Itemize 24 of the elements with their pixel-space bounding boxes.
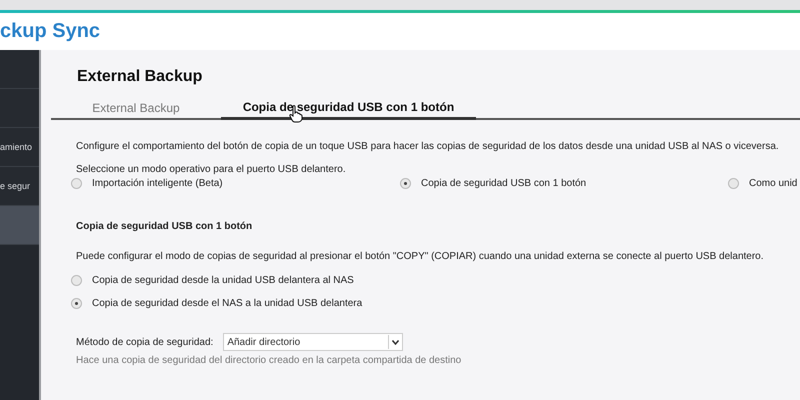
radio-button[interactable] bbox=[71, 178, 82, 189]
method-dropdown[interactable]: Añadir directorio bbox=[223, 333, 404, 351]
radio-button[interactable] bbox=[71, 298, 82, 309]
field-label: Método de copia de seguridad: bbox=[76, 336, 214, 348]
section-description: Puede configurar el modo de copias de seguridad al presionar el botón "COPY" (COPIAR) cuando una unidad externa se conecte al puerto USB delantero. bbox=[76, 251, 765, 262]
radio-label: Copia de seguridad desde la unidad USB delantera al NAS bbox=[92, 275, 354, 286]
app-title: ckup Sync bbox=[0, 20, 100, 43]
radio-label: Como unid bbox=[749, 178, 798, 189]
sidebar-label: amiento bbox=[0, 142, 32, 152]
section-title: Copia de seguridad USB con 1 botón bbox=[76, 221, 254, 232]
tab[interactable]: External Backup bbox=[51, 96, 221, 120]
radio-button[interactable] bbox=[728, 178, 739, 189]
caret-icon bbox=[392, 340, 400, 344]
hint-text: Hace una copia de seguridad del directorio creado en la carpeta compartida de destino bbox=[76, 355, 462, 366]
sidebar-label: e segur bbox=[0, 181, 30, 191]
page-title: External Backup bbox=[77, 68, 204, 86]
radio-label: Importación inteligente (Beta) bbox=[92, 178, 223, 189]
radio-button[interactable] bbox=[71, 275, 82, 286]
radio-button[interactable] bbox=[400, 178, 411, 189]
description: Configure el comportamiento del botón de copia de un toque USB para hacer las copias de seguridad de los datos desde una unidad USB al NAS o viceversa. bbox=[76, 141, 780, 152]
radio-label: Copia de seguridad desde el NAS a la unidad USB delantera bbox=[92, 298, 362, 309]
mode-prompt: Seleccione un modo operativo para el puerto USB delantero. bbox=[76, 164, 347, 175]
radio-label: Copia de seguridad USB con 1 botón bbox=[421, 178, 586, 189]
sidebar-item[interactable] bbox=[0, 206, 39, 245]
